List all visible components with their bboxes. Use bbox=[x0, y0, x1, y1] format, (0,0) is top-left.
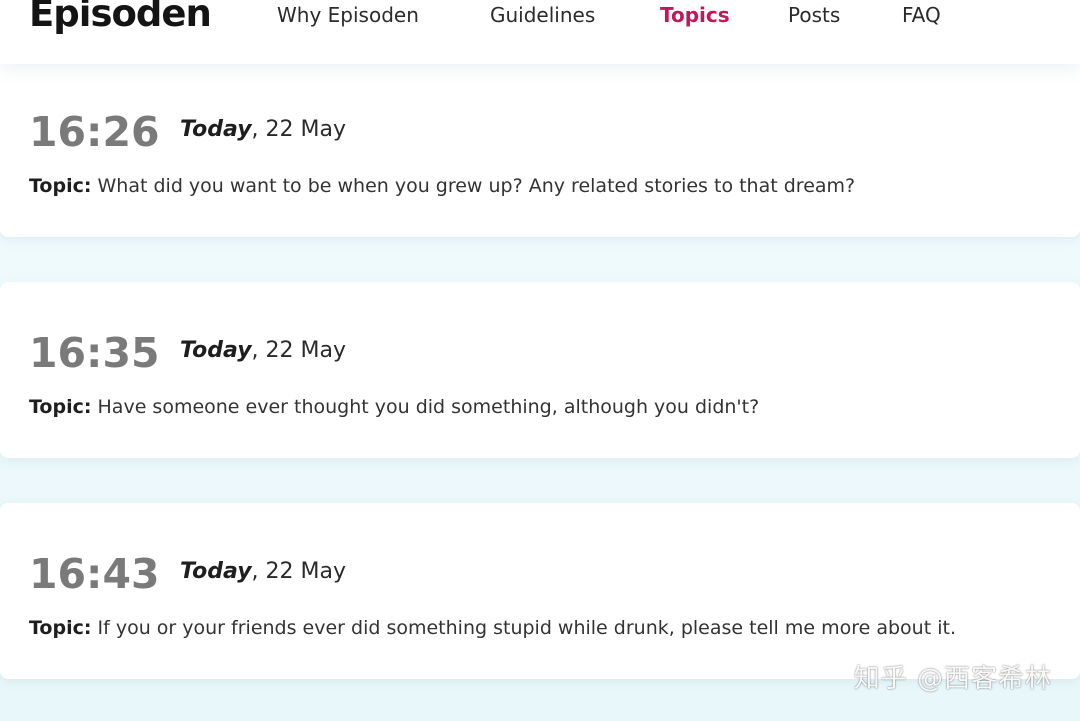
watermark: 知乎 @西客希林 bbox=[853, 664, 1052, 694]
topic-label: Topic: bbox=[29, 396, 92, 418]
topic-question: Have someone ever thought you did someth… bbox=[97, 396, 760, 418]
topic-time: 16:26 bbox=[29, 108, 160, 156]
topic-label: Topic: bbox=[29, 175, 92, 197]
nav-posts[interactable]: Posts bbox=[788, 3, 840, 27]
date-day: Today bbox=[180, 338, 252, 363]
topic-card[interactable]: 16:43 Today, 22 May Topic: If you or you… bbox=[0, 503, 1080, 679]
topic-card[interactable]: 16:35 Today, 22 May Topic: Have someone … bbox=[0, 282, 1080, 458]
nav-topics[interactable]: Topics bbox=[660, 3, 730, 27]
topic-text: Topic: What did you want to be when you … bbox=[29, 173, 855, 199]
nav-guidelines[interactable]: Guidelines bbox=[490, 3, 595, 27]
topic-date: Today, 22 May bbox=[180, 337, 346, 365]
topic-date: Today, 22 May bbox=[180, 558, 346, 586]
topic-time: 16:43 bbox=[29, 550, 160, 598]
site-logo[interactable]: Episoden bbox=[29, 0, 212, 42]
page: Episoden Why Episoden Guidelines Topics … bbox=[0, 0, 1080, 721]
date-day: Today bbox=[180, 559, 252, 584]
date-rest: , 22 May bbox=[251, 559, 347, 584]
date-rest: , 22 May bbox=[251, 117, 347, 142]
topic-date: Today, 22 May bbox=[180, 116, 346, 144]
date-day: Today bbox=[180, 117, 252, 142]
site-header: Episoden Why Episoden Guidelines Topics … bbox=[0, 0, 1080, 64]
date-rest: , 22 May bbox=[251, 338, 347, 363]
topic-text: Topic: If you or your friends ever did s… bbox=[29, 615, 956, 641]
topic-label: Topic: bbox=[29, 617, 92, 639]
topic-text: Topic: Have someone ever thought you did… bbox=[29, 394, 759, 420]
nav-why-episoden[interactable]: Why Episoden bbox=[277, 3, 419, 27]
topic-question: What did you want to be when you grew up… bbox=[97, 175, 856, 197]
topic-question: If you or your friends ever did somethin… bbox=[97, 617, 956, 639]
topic-card[interactable]: 16:26 Today, 22 May Topic: What did you … bbox=[0, 40, 1080, 237]
topic-time: 16:35 bbox=[29, 329, 160, 377]
nav-faq[interactable]: FAQ bbox=[902, 3, 941, 27]
